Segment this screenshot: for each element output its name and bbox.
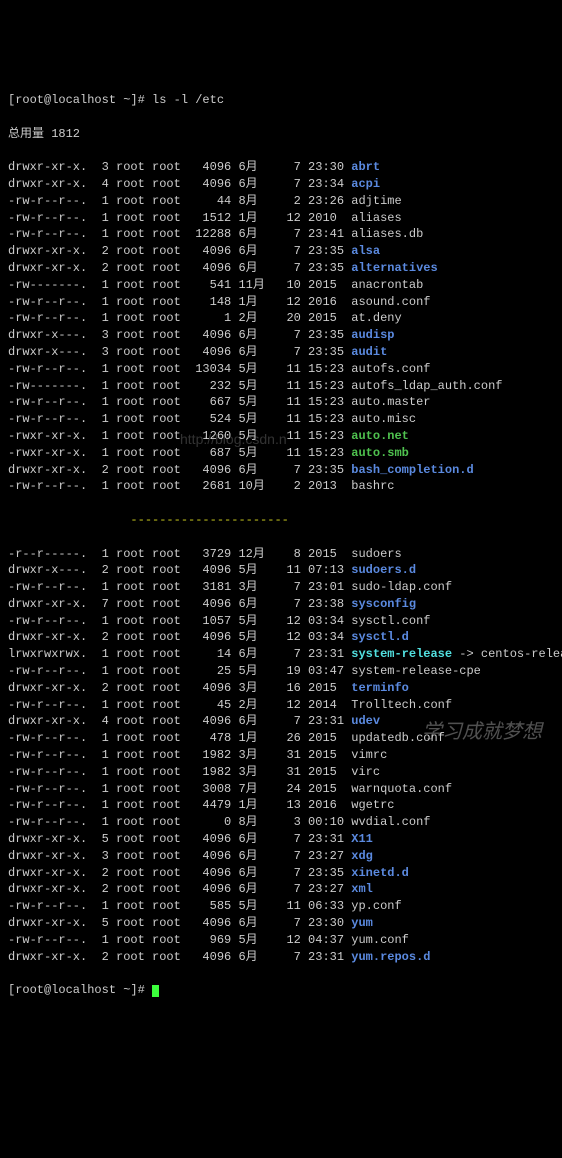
listing-row: drwxr-xr-x. 2 root root 4096 6月 7 23:35 … [8, 243, 554, 260]
file-name: adjtime [351, 194, 401, 208]
file-name: at.deny [351, 311, 401, 325]
terminal-output: [root@localhost ~]# ls -l /etc 总用量 1812 … [8, 75, 554, 1016]
file-name: system-release-cpe [351, 664, 481, 678]
listing-row: drwxr-xr-x. 5 root root 4096 6月 7 23:31 … [8, 831, 554, 848]
file-name: Trolltech.conf [351, 698, 452, 712]
file-name: updatedb.conf [351, 731, 445, 745]
file-name: audisp [351, 328, 394, 342]
listing-row: -rw-r--r--. 1 root root 44 8月 2 23:26 ad… [8, 193, 554, 210]
listing-row: drwxr-xr-x. 2 root root 4096 6月 7 23:35 … [8, 865, 554, 882]
listing-row: drwxr-x---. 2 root root 4096 5月 11 07:13… [8, 562, 554, 579]
listing-top: drwxr-xr-x. 3 root root 4096 6月 7 23:30 … [8, 159, 554, 495]
listing-row: -rw-r--r--. 1 root root 2681 10月 2 2013 … [8, 478, 554, 495]
file-name: autofs_ldap_auth.conf [351, 379, 502, 393]
listing-row: -rw-r--r--. 1 root root 1982 3月 31 2015 … [8, 764, 554, 781]
file-name: xml [351, 882, 373, 896]
file-name: sysctl.conf [351, 614, 430, 628]
listing-row: lrwxrwxrwx. 1 root root 14 6月 7 23:31 sy… [8, 646, 554, 663]
listing-row: drwxr-xr-x. 2 root root 4096 6月 7 23:35 … [8, 260, 554, 277]
file-name: aliases [351, 211, 401, 225]
file-name: yum.repos.d [351, 950, 430, 964]
file-name: wvdial.conf [351, 815, 430, 829]
listing-row: -rw-r--r--. 1 root root 45 2月 12 2014 Tr… [8, 697, 554, 714]
file-name: system-release [351, 647, 452, 661]
cursor [152, 985, 159, 997]
command-line: [root@localhost ~]# ls -l /etc [8, 92, 554, 109]
prompt-line[interactable]: [root@localhost ~]# [8, 982, 554, 999]
file-name: asound.conf [351, 295, 430, 309]
listing-row: -rw-r--r--. 1 root root 524 5月 11 15:23 … [8, 411, 554, 428]
file-name: sudo-ldap.conf [351, 580, 452, 594]
listing-row: -rw-------. 1 root root 232 5月 11 15:23 … [8, 378, 554, 395]
listing-row: -rwxr-xr-x. 1 root root 687 5月 11 15:23 … [8, 445, 554, 462]
file-name: vimrc [351, 748, 387, 762]
file-name: udev [351, 714, 380, 728]
file-name: auto.misc [351, 412, 416, 426]
listing-row: -r--r-----. 1 root root 3729 12月 8 2015 … [8, 546, 554, 563]
file-name: bashrc [351, 479, 394, 493]
file-name: bash_completion.d [351, 463, 473, 477]
listing-row: -rwxr-xr-x. 1 root root 1260 5月 11 15:23… [8, 428, 554, 445]
file-name: auto.smb [351, 446, 409, 460]
listing-row: drwxr-xr-x. 2 root root 4096 6月 7 23:31 … [8, 949, 554, 966]
listing-row: -rw-r--r--. 1 root root 0 8月 3 00:10 wvd… [8, 814, 554, 831]
listing-row: -rw-r--r--. 1 root root 3181 3月 7 23:01 … [8, 579, 554, 596]
listing-row: -rw-r--r--. 1 root root 13034 5月 11 15:2… [8, 361, 554, 378]
listing-row: -rw-------. 1 root root 541 11月 10 2015 … [8, 277, 554, 294]
file-name: wgetrc [351, 798, 394, 812]
listing-row: -rw-r--r--. 1 root root 1 2月 20 2015 at.… [8, 310, 554, 327]
file-name: yum [351, 916, 373, 930]
listing-row: drwxr-x---. 3 root root 4096 6月 7 23:35 … [8, 344, 554, 361]
file-name: xinetd.d [351, 866, 409, 880]
listing-row: drwxr-xr-x. 4 root root 4096 6月 7 23:31 … [8, 713, 554, 730]
listing-row: -rw-r--r--. 1 root root 585 5月 11 06:33 … [8, 898, 554, 915]
file-name: anacrontab [351, 278, 423, 292]
listing-row: -rw-r--r--. 1 root root 478 1月 26 2015 u… [8, 730, 554, 747]
listing-row: drwxr-xr-x. 2 root root 4096 6月 7 23:27 … [8, 881, 554, 898]
listing-row: -rw-r--r--. 1 root root 148 1月 12 2016 a… [8, 294, 554, 311]
file-name: warnquota.conf [351, 782, 452, 796]
listing-row: drwxr-xr-x. 2 root root 4096 6月 7 23:35 … [8, 462, 554, 479]
listing-row: -rw-r--r--. 1 root root 1512 1月 12 2010 … [8, 210, 554, 227]
total-line: 总用量 1812 [8, 126, 554, 143]
file-name: sysconfig [351, 597, 416, 611]
file-name: acpi [351, 177, 380, 191]
separator: ---------------------- [8, 512, 554, 529]
file-name: yp.conf [351, 899, 401, 913]
listing-row: -rw-r--r--. 1 root root 969 5月 12 04:37 … [8, 932, 554, 949]
listing-row: -rw-r--r--. 1 root root 3008 7月 24 2015 … [8, 781, 554, 798]
listing-row: -rw-r--r--. 1 root root 4479 1月 13 2016 … [8, 797, 554, 814]
file-name: aliases.db [351, 227, 423, 241]
listing-row: drwxr-xr-x. 3 root root 4096 6月 7 23:30 … [8, 159, 554, 176]
listing-row: -rw-r--r--. 1 root root 12288 6月 7 23:41… [8, 226, 554, 243]
file-name: X11 [351, 832, 373, 846]
listing-row: drwxr-xr-x. 5 root root 4096 6月 7 23:30 … [8, 915, 554, 932]
listing-row: -rw-r--r--. 1 root root 667 5月 11 15:23 … [8, 394, 554, 411]
listing-row: drwxr-xr-x. 4 root root 4096 6月 7 23:34 … [8, 176, 554, 193]
file-name: terminfo [351, 681, 409, 695]
listing-row: drwxr-xr-x. 2 root root 4096 3月 16 2015 … [8, 680, 554, 697]
listing-row: -rw-r--r--. 1 root root 1982 3月 31 2015 … [8, 747, 554, 764]
file-name: alsa [351, 244, 380, 258]
file-name: auto.net [351, 429, 409, 443]
listing-row: -rw-r--r--. 1 root root 25 5月 19 03:47 s… [8, 663, 554, 680]
file-name: sudoers.d [351, 563, 416, 577]
file-name: alternatives [351, 261, 437, 275]
file-name: xdg [351, 849, 373, 863]
listing-row: drwxr-xr-x. 3 root root 4096 6月 7 23:27 … [8, 848, 554, 865]
file-name: yum.conf [351, 933, 409, 947]
listing-row: drwxr-xr-x. 7 root root 4096 6月 7 23:38 … [8, 596, 554, 613]
file-name: audit [351, 345, 387, 359]
file-name: autofs.conf [351, 362, 430, 376]
file-name: virc [351, 765, 380, 779]
listing-bottom: -r--r-----. 1 root root 3729 12月 8 2015 … [8, 546, 554, 966]
file-name: sudoers [351, 547, 401, 561]
listing-row: -rw-r--r--. 1 root root 1057 5月 12 03:34… [8, 613, 554, 630]
listing-row: drwxr-x---. 3 root root 4096 6月 7 23:35 … [8, 327, 554, 344]
file-name: auto.master [351, 395, 430, 409]
file-name: sysctl.d [351, 630, 409, 644]
file-name: abrt [351, 160, 380, 174]
listing-row: drwxr-xr-x. 2 root root 4096 5月 12 03:34… [8, 629, 554, 646]
